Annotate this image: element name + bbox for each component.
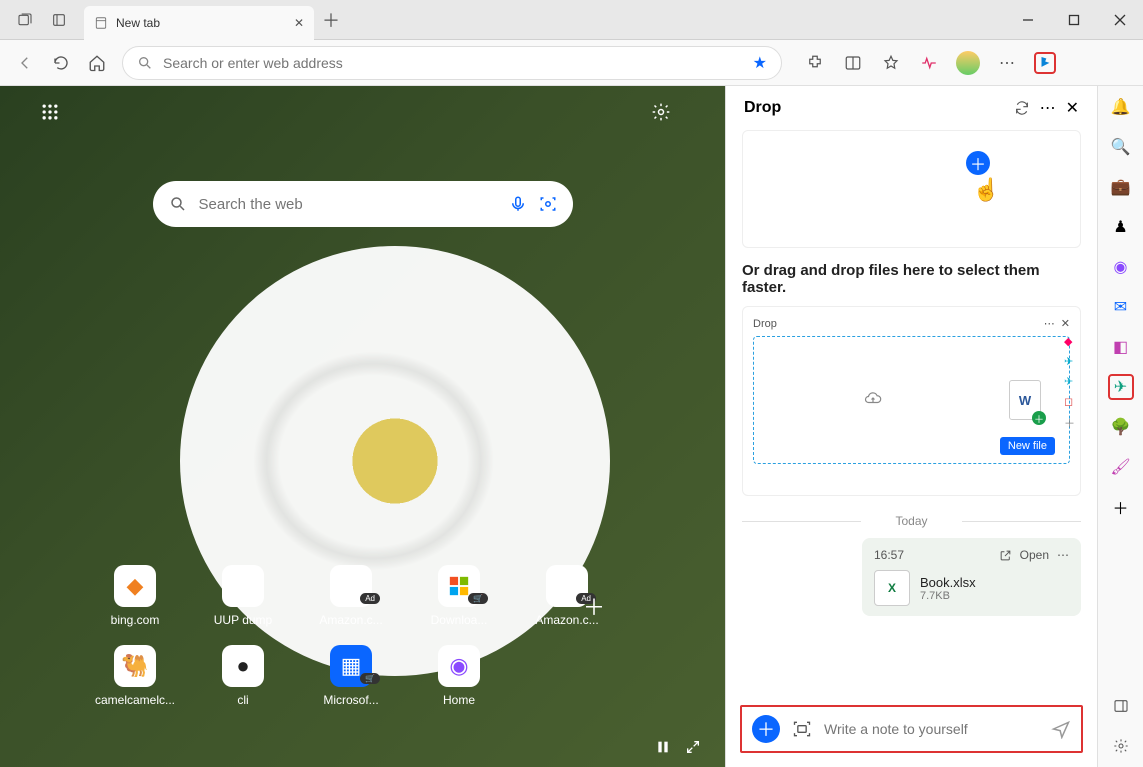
- file-size: 7.7KB: [920, 590, 976, 602]
- refresh-button[interactable]: [50, 52, 72, 74]
- m365-icon[interactable]: ◉: [1108, 254, 1134, 280]
- quick-link[interactable]: aAdAmazon.c...: [306, 565, 396, 627]
- voice-search-icon[interactable]: [509, 195, 527, 213]
- vertical-tabs-icon[interactable]: [48, 9, 70, 31]
- split-screen-icon[interactable]: [842, 52, 864, 74]
- note-input[interactable]: [824, 721, 1039, 737]
- word-doc-icon: W＋: [1009, 380, 1041, 420]
- visual-search-icon[interactable]: [539, 195, 557, 213]
- search-sidebar-icon[interactable]: 🔍: [1108, 134, 1134, 160]
- today-divider: Today: [742, 514, 1081, 528]
- close-window-button[interactable]: [1097, 0, 1143, 40]
- quick-link[interactable]: ▦🛒Microsof...: [306, 645, 396, 707]
- outlook-icon[interactable]: ✉: [1108, 294, 1134, 320]
- home-button[interactable]: [86, 52, 108, 74]
- drop-illustration-1: ＋ ☝: [742, 130, 1081, 248]
- drop-file-card[interactable]: 16:57 Open ⋯ X Book.xlsx 7.7KB: [862, 538, 1081, 616]
- new-file-badge: New file: [1000, 437, 1055, 455]
- refresh-drop-icon[interactable]: [1014, 100, 1030, 116]
- drop-title: Drop: [744, 99, 1004, 117]
- excel-file-icon: X: [874, 570, 910, 606]
- drag-drop-hint: Or drag and drop files here to select th…: [742, 262, 1081, 296]
- tab-title: New tab: [116, 16, 286, 30]
- sidebar-settings-icon[interactable]: [1108, 733, 1134, 759]
- image-creator-icon[interactable]: 🖌: [1108, 454, 1134, 480]
- add-quick-link-button[interactable]: ＋: [583, 590, 605, 622]
- performance-icon[interactable]: [918, 52, 940, 74]
- page-icon: [94, 16, 108, 30]
- efficiency-icon[interactable]: 🌳: [1108, 414, 1134, 440]
- designer-icon[interactable]: ◧: [1108, 334, 1134, 360]
- address-bar[interactable]: ★: [122, 46, 782, 80]
- drop-menu-icon[interactable]: ⋯: [1040, 98, 1056, 118]
- workspaces-icon[interactable]: [14, 9, 36, 31]
- add-sidebar-icon[interactable]: ＋: [1108, 494, 1134, 520]
- notifications-icon[interactable]: 🔔: [1108, 94, 1134, 120]
- app-launcher-icon[interactable]: [40, 102, 60, 122]
- favorite-star-icon[interactable]: ★: [753, 53, 767, 73]
- quick-link[interactable]: 🐫camelcamelc...: [90, 645, 180, 707]
- search-icon: [137, 55, 153, 71]
- quick-link[interactable]: ●cli: [198, 645, 288, 707]
- quick-link[interactable]: 🗄UUP dump: [198, 565, 288, 627]
- send-icon[interactable]: [1051, 719, 1071, 739]
- open-label[interactable]: Open: [1020, 548, 1049, 562]
- web-search-input[interactable]: [199, 196, 497, 213]
- games-icon[interactable]: ♟: [1108, 214, 1134, 240]
- toolbar: ★ ⋯: [0, 40, 1143, 86]
- maximize-button[interactable]: [1051, 0, 1097, 40]
- edge-sidebar: 🔔 🔍 💼 ♟ ◉ ✉ ◧ ✈ 🌳 🖌 ＋: [1097, 86, 1143, 767]
- minimize-button[interactable]: [1005, 0, 1051, 40]
- back-button[interactable]: [14, 52, 36, 74]
- profile-avatar[interactable]: [956, 51, 980, 75]
- favorites-icon[interactable]: [880, 52, 902, 74]
- drop-sidebar-icon[interactable]: ✈: [1108, 374, 1134, 400]
- new-tab-page: ◆bing.com 🗄UUP dump aAdAmazon.c... 🛒Down…: [0, 86, 725, 767]
- plus-icon: ＋: [966, 151, 990, 175]
- pause-icon[interactable]: [655, 739, 671, 755]
- expand-icon[interactable]: [685, 739, 701, 755]
- drop-close-icon[interactable]: ✕: [1066, 98, 1079, 118]
- file-time: 16:57: [874, 548, 991, 562]
- new-tab-button[interactable]: ＋: [322, 7, 340, 33]
- drop-panel: Drop ⋯ ✕ ＋ ☝ Or drag and drop files here…: [725, 86, 1097, 767]
- quick-link[interactable]: 🛒Downloa...: [414, 565, 504, 627]
- file-menu-icon[interactable]: ⋯: [1057, 548, 1069, 562]
- bing-chat-button[interactable]: [1034, 52, 1056, 74]
- open-external-icon[interactable]: [999, 549, 1012, 562]
- page-settings-icon[interactable]: [651, 102, 671, 122]
- browser-tab[interactable]: New tab ✕: [84, 6, 314, 40]
- pointer-hand-icon: ☝: [973, 177, 1000, 203]
- drop-compose-row: ＋: [740, 705, 1083, 753]
- quick-link[interactable]: ◆bing.com: [90, 565, 180, 627]
- hide-sidebar-icon[interactable]: [1108, 693, 1134, 719]
- search-icon: [169, 195, 187, 213]
- tools-icon[interactable]: 💼: [1108, 174, 1134, 200]
- menu-dots-icon[interactable]: ⋯: [996, 52, 1018, 74]
- add-file-button[interactable]: ＋: [752, 715, 780, 743]
- screenshot-icon[interactable]: [792, 719, 812, 739]
- extensions-icon[interactable]: [804, 52, 826, 74]
- file-name: Book.xlsx: [920, 575, 976, 590]
- web-search-bar[interactable]: [153, 181, 573, 227]
- quick-link[interactable]: ◉Home: [414, 645, 504, 707]
- cloud-upload-icon: [864, 389, 882, 407]
- tab-close-icon[interactable]: ✕: [294, 16, 304, 30]
- address-input[interactable]: [163, 55, 743, 71]
- quick-links-grid: ◆bing.com 🗄UUP dump aAdAmazon.c... 🛒Down…: [90, 565, 685, 707]
- title-bar: New tab ✕ ＋: [0, 0, 1143, 40]
- drop-illustration-2: Drop⋯✕ W＋ New file ◆✈✈◻＋: [742, 306, 1081, 496]
